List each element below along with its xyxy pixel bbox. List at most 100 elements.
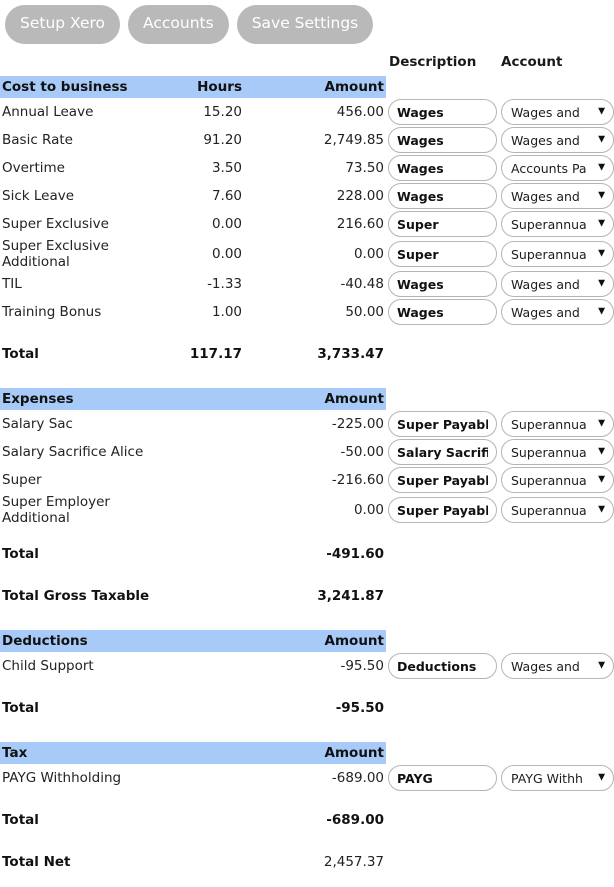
description-input[interactable] [388,155,497,181]
description-input[interactable] [388,271,497,297]
total-blank-1 [386,694,498,722]
spacer-cell [0,680,614,694]
description-input[interactable] [388,439,497,465]
account-select[interactable]: Superannua [501,411,614,437]
grand-total-amount: 2,457.37 [323,854,384,870]
account-cell: Superannua ▼ [498,238,614,270]
toolbar: Setup Xero Accounts Save Settings [0,0,614,50]
row-hours [160,410,245,438]
grand-total-label: Total Net [2,854,71,870]
account-select-wrapper: Superannua ▼ [501,467,614,493]
description-input[interactable] [388,497,497,523]
row-amount: 50.00 [345,304,384,320]
section-band-blank-1 [386,742,498,764]
account-select[interactable]: Accounts Pa [501,155,614,181]
setup-xero-button[interactable]: Setup Xero [5,5,121,44]
description-input[interactable] [388,765,497,791]
section-title: Deductions [0,630,160,652]
total-label: Total [2,546,39,562]
save-settings-button[interactable]: Save Settings [236,5,374,44]
total-blank-2 [498,340,614,368]
description-input[interactable] [388,127,497,153]
description-input[interactable] [388,99,497,125]
account-select[interactable]: Wages and [501,299,614,325]
section-total-row: Total -95.50 [0,694,614,722]
column-header-row: Description Account [0,50,614,76]
description-input[interactable] [388,411,497,437]
description-cell [386,270,498,298]
row-hours [160,652,245,680]
row-label: Super Exclusive Additional [2,238,109,270]
total-hours: 117.17 [189,346,242,362]
account-cell: Wages and ▼ [498,126,614,154]
spacer-cell [0,368,614,388]
row-amount: 0.00 [353,502,384,518]
section-total-row: Total -491.60 [0,540,614,568]
column-header-description: Description [389,54,477,70]
row-label: PAYG Withholding [2,770,122,786]
accounts-button[interactable]: Accounts [128,5,229,44]
account-select[interactable]: Wages and [501,183,614,209]
row-amount: 0.00 [353,246,384,262]
spacer-row [0,834,614,848]
payroll-table: Description Account Cost to business Hours A… [0,50,614,876]
description-input[interactable] [388,183,497,209]
account-select[interactable]: Wages and [501,99,614,125]
total-label: Total [2,700,39,716]
total-blank-1 [386,340,498,368]
description-cell [386,652,498,680]
spacer-cell [0,568,614,582]
row-label: Super Exclusive [2,216,109,232]
account-select[interactable]: Wages and [501,653,614,679]
row-hours [160,466,245,494]
account-cell: Wages and ▼ [498,182,614,210]
spacer-row [0,680,614,694]
row-hours [160,438,245,466]
account-select-wrapper: Superannua ▼ [501,411,614,437]
account-select[interactable]: Superannua [501,497,614,523]
account-select[interactable]: PAYG Withh [501,765,614,791]
account-select[interactable]: Superannua [501,241,614,267]
description-cell [386,494,498,526]
section-header-deductions: Deductions Amount [0,630,614,652]
total-amount: -689.00 [326,812,384,828]
description-input[interactable] [388,653,497,679]
table-row: Salary Sac -225.00 Superannua▼ [0,410,614,438]
section-title: Tax [0,742,160,764]
section-band-blank-2 [498,630,614,652]
spacer-row [0,568,614,582]
account-cell: Wages and ▼ [498,270,614,298]
section-amount-header: Amount [245,630,386,652]
grand-total-blank-1 [386,848,498,876]
account-cell: Wages and ▼ [498,652,614,680]
description-cell [386,438,498,466]
account-select-wrapper: Wages and ▼ [501,99,614,125]
description-input[interactable] [388,241,497,267]
total-blank-1 [386,806,498,834]
description-input[interactable] [388,467,497,493]
account-select-wrapper: Superannua ▼ [501,497,614,523]
spacer-row [0,368,614,388]
table-row: Training Bonus 1.00 50.00 Wages and▼ [0,298,614,326]
row-label: Sick Leave [2,188,75,204]
account-select[interactable]: Superannua [501,467,614,493]
account-select[interactable]: Wages and [501,127,614,153]
col-header-spacer-1 [0,50,160,76]
table-row: Super Employer Additional 0.00 Superannua▼ [0,494,614,526]
section-band-blank-2 [498,76,614,98]
account-select-wrapper: Wages and ▼ [501,271,614,297]
total-blank-2 [498,806,614,834]
table-row: TIL -1.33 -40.48 Wages and▼ [0,270,614,298]
description-input[interactable] [388,299,497,325]
row-hours: 15.20 [203,104,242,120]
account-select[interactable]: Wages and [501,271,614,297]
account-select[interactable]: Superannua [501,211,614,237]
total-blank-1 [386,540,498,568]
section-band-blank-1 [386,76,498,98]
account-select[interactable]: Superannua [501,439,614,465]
row-hours: 7.60 [211,188,242,204]
row-hours [160,494,245,526]
description-cell [386,466,498,494]
description-input[interactable] [388,211,497,237]
description-cell [386,238,498,270]
